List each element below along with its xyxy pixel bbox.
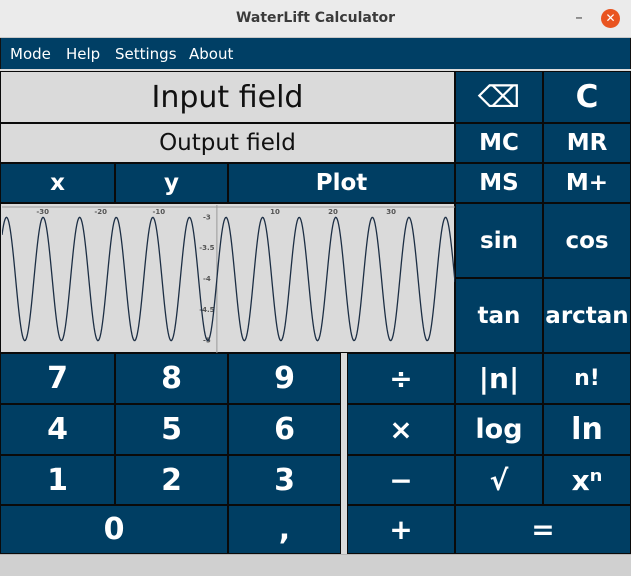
x-tick-label: -30	[36, 208, 49, 216]
sine-plot: -30 -20 -10 10 20 30-3-3.5-4-4.5-5	[2, 205, 455, 353]
subtract-button[interactable]: −	[347, 455, 455, 505]
power-button[interactable]: xⁿ	[543, 455, 631, 505]
menu-bar: Mode Help Settings About	[0, 38, 631, 69]
calculator-grid: Input field Output field x y Plot -30 -20…	[0, 71, 631, 554]
y-tick-label: -4	[203, 275, 211, 283]
x-tick-label: 20	[328, 208, 338, 216]
x-button[interactable]: x	[0, 163, 115, 203]
cos-button[interactable]: cos	[543, 203, 631, 278]
digit-3-button[interactable]: 3	[228, 455, 341, 505]
backspace-button[interactable]: ⌫	[455, 71, 543, 123]
sine-series-line	[2, 216, 455, 342]
digit-9-button[interactable]: 9	[228, 353, 341, 404]
minimize-icon[interactable]: –	[572, 8, 586, 26]
y-tick-label: -3	[203, 213, 211, 221]
digit-4-button[interactable]: 4	[0, 404, 115, 455]
digit-1-button[interactable]: 1	[0, 455, 115, 505]
sqrt-button[interactable]: √	[455, 455, 543, 505]
add-button[interactable]: +	[347, 505, 455, 554]
ln-button[interactable]: ln	[543, 404, 631, 455]
menu-settings[interactable]: Settings	[115, 45, 177, 63]
title-bar: WaterLift Calculator – ✕	[0, 0, 631, 38]
comma-button[interactable]: ,	[228, 505, 341, 554]
menu-about[interactable]: About	[189, 45, 233, 63]
window-title: WaterLift Calculator	[235, 10, 396, 26]
y-tick-label: -3.5	[199, 244, 214, 252]
x-tick-label: 30	[386, 208, 396, 216]
factorial-button[interactable]: n!	[543, 353, 631, 404]
bottom-bar	[0, 554, 631, 576]
memory-add-button[interactable]: M+	[543, 163, 631, 203]
plot-button[interactable]: Plot	[228, 163, 455, 203]
digit-5-button[interactable]: 5	[115, 404, 228, 455]
output-field: Output field	[0, 123, 455, 163]
x-tick-label: -10	[152, 208, 165, 216]
clear-button[interactable]: C	[543, 71, 631, 123]
x-tick-label: 10	[270, 208, 280, 216]
digit-8-button[interactable]: 8	[115, 353, 228, 404]
menu-help[interactable]: Help	[66, 45, 100, 63]
memory-recall-button[interactable]: MR	[543, 123, 631, 163]
digit-2-button[interactable]: 2	[115, 455, 228, 505]
log-button[interactable]: log	[455, 404, 543, 455]
close-icon[interactable]: ✕	[601, 9, 620, 28]
memory-store-button[interactable]: MS	[455, 163, 543, 203]
absolute-value-button[interactable]: |n|	[455, 353, 543, 404]
menu-mode[interactable]: Mode	[10, 45, 51, 63]
y-button[interactable]: y	[115, 163, 228, 203]
digit-7-button[interactable]: 7	[0, 353, 115, 404]
input-field[interactable]: Input field	[0, 71, 455, 123]
digit-0-button[interactable]: 0	[0, 505, 228, 554]
tan-button[interactable]: tan	[455, 278, 543, 353]
equals-button[interactable]: =	[455, 505, 631, 554]
sin-button[interactable]: sin	[455, 203, 543, 278]
multiply-button[interactable]: ×	[347, 404, 455, 455]
memory-clear-button[interactable]: MC	[455, 123, 543, 163]
plot-area: -30 -20 -10 10 20 30 -3 -3.5 -4 -4.5 -5	[0, 203, 455, 353]
arctan-button[interactable]: arctan	[543, 278, 631, 353]
divide-button[interactable]: ÷	[347, 353, 455, 404]
digit-6-button[interactable]: 6	[228, 404, 341, 455]
x-tick-label: -20	[94, 208, 107, 216]
